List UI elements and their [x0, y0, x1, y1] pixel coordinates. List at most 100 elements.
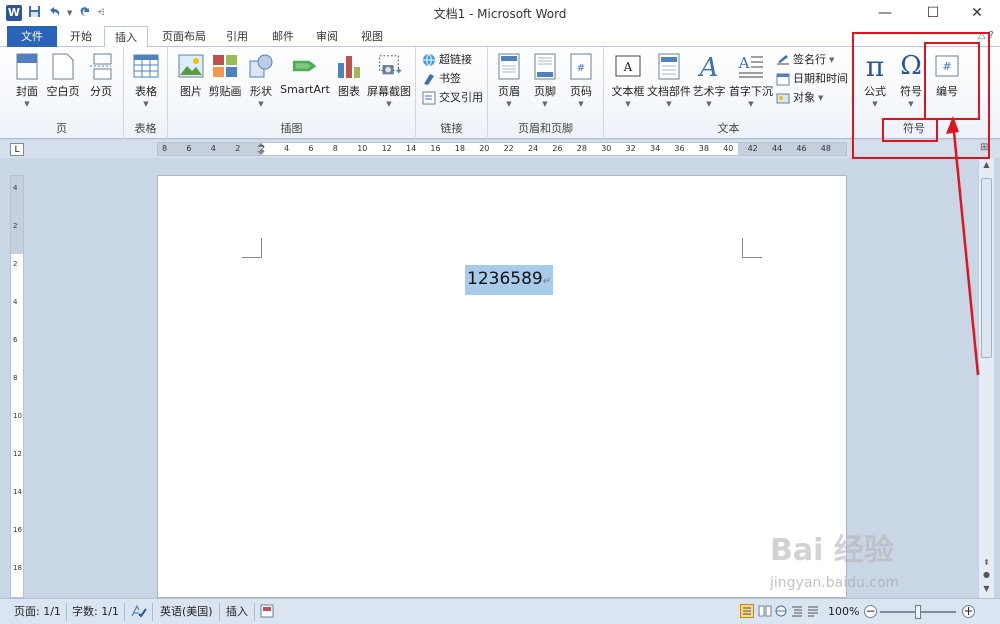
quick-parts-label: 文档部件: [647, 85, 691, 98]
ruler-number: 4: [284, 144, 290, 153]
tab-references[interactable]: 引用: [216, 26, 258, 47]
vertical-ruler-number: 4: [13, 184, 18, 192]
chart-button[interactable]: 图表: [330, 52, 368, 99]
scroll-down-icon[interactable]: ▼: [979, 582, 994, 596]
svg-text:A: A: [698, 53, 719, 80]
ruler-number: 22: [503, 144, 514, 153]
ruler-number: 26: [552, 144, 563, 153]
cover-page-button[interactable]: 封面 ▼: [8, 52, 46, 108]
maximize-button[interactable]: ☐: [910, 0, 956, 26]
zoom-in-button[interactable]: +: [962, 605, 975, 618]
smartart-button[interactable]: SmartArt: [280, 52, 330, 96]
cross-reference-icon: [422, 91, 436, 105]
wordart-button[interactable]: A 艺术字 ▼: [692, 52, 726, 108]
tab-mailings[interactable]: 邮件: [262, 26, 304, 47]
tab-review[interactable]: 审阅: [306, 26, 348, 47]
selected-number-text[interactable]: 1236589↵: [465, 265, 554, 295]
view-web-layout-icon[interactable]: [774, 604, 788, 620]
text-box-label: 文本框: [611, 85, 645, 98]
wordart-icon: A: [696, 52, 722, 80]
ruler-number: 12: [381, 144, 392, 153]
ruler-row: L 8 6 4 2 2 4 6 8 10 12 14 16 18 20 22 24 26 28 30 32 34 36 38…: [0, 140, 1000, 158]
tab-selector[interactable]: L: [10, 143, 24, 156]
bookmark-label: 书签: [439, 72, 461, 85]
ruler-number: 34: [650, 144, 661, 153]
macro-record-icon[interactable]: [260, 604, 274, 620]
text-box-button[interactable]: A 文本框 ▼: [608, 52, 648, 108]
wordart-label: 艺术字: [692, 85, 726, 98]
view-full-screen-icon[interactable]: [758, 604, 772, 620]
language-indicator[interactable]: 英语(美国): [160, 604, 213, 620]
ruler-number: 18: [454, 144, 465, 153]
picture-label: 图片: [180, 85, 202, 98]
scroll-up-icon[interactable]: ▲: [979, 158, 994, 172]
annotation-box-symbols-label: [882, 118, 938, 142]
header-icon: [496, 52, 522, 80]
ruler-number: 10: [357, 144, 368, 153]
smartart-label: SmartArt: [280, 83, 330, 96]
tab-view[interactable]: 视图: [351, 26, 393, 47]
ruler-number: 4: [210, 144, 216, 153]
footer-icon: [532, 52, 558, 80]
shapes-button[interactable]: 形状 ▼: [242, 52, 280, 108]
group-page: 封面 ▼ 空白页 分页 页: [0, 47, 124, 139]
text-box-icon: A: [615, 52, 641, 80]
word-count[interactable]: 字数: 1/1: [72, 604, 119, 620]
page-number-button[interactable]: # 页码 ▼: [562, 52, 600, 108]
group-header-footer: 页眉 ▼ 页脚 ▼ # 页码 ▼ 页眉和页脚: [488, 47, 604, 139]
browse-object-icon[interactable]: ●: [979, 568, 994, 582]
picture-button[interactable]: 图片: [172, 52, 210, 99]
ruler-number: 8: [162, 144, 168, 153]
tab-insert[interactable]: 插入: [104, 26, 148, 48]
drop-cap-button[interactable]: A 首字下沉 ▼: [728, 52, 774, 108]
page-count[interactable]: 页面: 1/1: [14, 604, 61, 620]
drop-cap-label: 首字下沉: [729, 85, 773, 98]
insert-mode[interactable]: 插入: [226, 604, 248, 620]
svg-text:A: A: [623, 60, 633, 74]
view-draft-icon[interactable]: [806, 604, 820, 620]
ruler-number: 14: [406, 144, 417, 153]
view-print-layout-icon[interactable]: [740, 604, 754, 620]
group-text-label: 文本: [717, 122, 740, 135]
signature-line-button[interactable]: 签名行 ▼: [776, 51, 834, 69]
quick-parts-icon: [656, 52, 682, 80]
scroll-thumb[interactable]: [981, 178, 992, 358]
blank-page-button[interactable]: 空白页: [44, 52, 82, 99]
minimize-button[interactable]: —: [862, 0, 908, 26]
ruler-number: 30: [601, 144, 612, 153]
table-button[interactable]: 表格 ▼: [127, 52, 165, 108]
page-break-button[interactable]: 分页: [82, 52, 120, 99]
vertical-scrollbar[interactable]: ▲ ⇞ ● ▼: [978, 158, 994, 598]
document-page[interactable]: [157, 175, 847, 598]
bookmark-button[interactable]: 书签: [422, 70, 461, 88]
ruler-number: 24: [528, 144, 539, 153]
ruler-number: 36: [674, 144, 685, 153]
tab-page-layout[interactable]: 页面布局: [152, 26, 216, 47]
tab-file[interactable]: 文件: [7, 26, 57, 47]
zoom-level[interactable]: 100%: [828, 604, 859, 620]
screenshot-button[interactable]: 屏幕截图 ▼: [366, 52, 412, 108]
header-button[interactable]: 页眉 ▼: [490, 52, 528, 108]
baidu-watermark-logo: Bai 经验: [770, 533, 894, 568]
vertical-ruler[interactable]: 4 2 2 4 6 8 10 12 14 16 18: [10, 175, 24, 598]
zoom-out-button[interactable]: −: [864, 605, 877, 618]
zoom-slider-thumb[interactable]: [915, 605, 921, 619]
proofing-icon[interactable]: [131, 604, 147, 620]
cross-reference-button[interactable]: 交叉引用: [422, 89, 483, 107]
ruler-number: 2: [259, 144, 265, 153]
date-time-button[interactable]: 日期和时间: [776, 70, 848, 88]
ruler-number: 28: [576, 144, 587, 153]
footer-button[interactable]: 页脚 ▼: [526, 52, 564, 108]
object-button[interactable]: 对象 ▼: [776, 89, 823, 107]
quick-parts-button[interactable]: 文档部件 ▼: [646, 52, 692, 108]
object-label: 对象: [793, 91, 815, 104]
close-button[interactable]: ✕: [954, 0, 1000, 26]
ruler-number: 8: [332, 144, 338, 153]
tab-home[interactable]: 开始: [60, 26, 102, 47]
chart-label: 图表: [338, 85, 360, 98]
horizontal-ruler[interactable]: 8 6 4 2 2 4 6 8 10 12 14 16 18 20 22 24 26 28 30 32 34 36 38 40…: [157, 142, 847, 156]
date-time-label: 日期和时间: [793, 72, 848, 85]
view-outline-icon[interactable]: [790, 604, 804, 620]
clip-art-button[interactable]: 剪贴画: [206, 52, 244, 99]
hyperlink-button[interactable]: 超链接: [422, 51, 472, 69]
